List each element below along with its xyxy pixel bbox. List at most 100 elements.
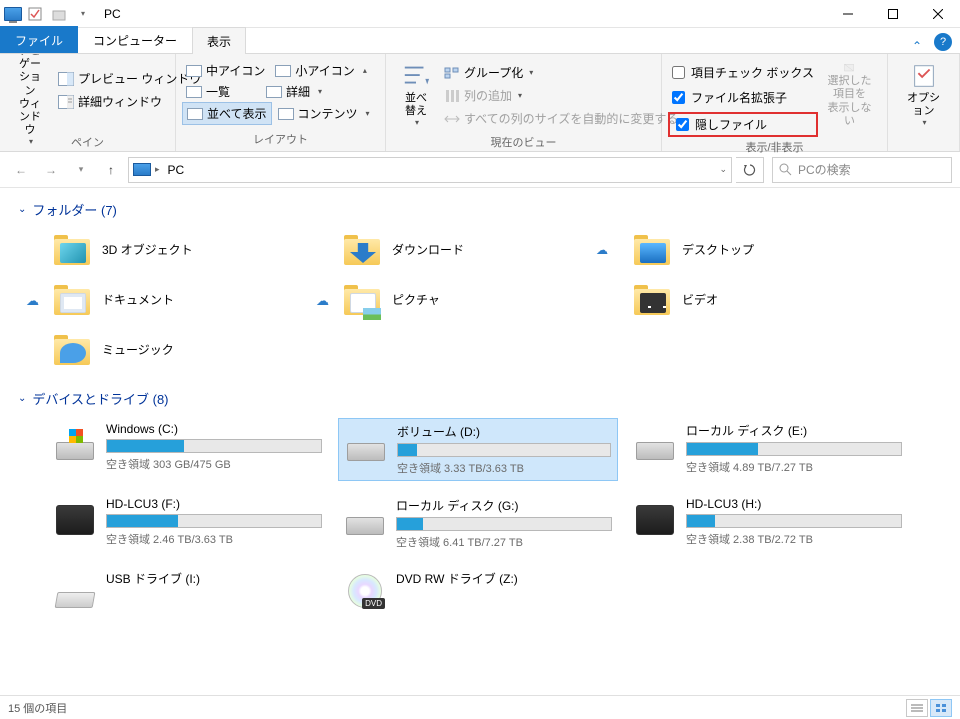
- drive-item[interactable]: USB ドライブ (I:): [48, 566, 328, 612]
- drive-item[interactable]: DVD RW ドライブ (Z:): [338, 566, 618, 612]
- folder-icon: [632, 283, 672, 317]
- drive-item[interactable]: ローカル ディスク (G:) 空き領域 6.41 TB/7.27 TB: [338, 493, 618, 554]
- drive-item[interactable]: ボリューム (D:) 空き領域 3.33 TB/3.63 TB: [338, 418, 618, 481]
- layout-small-icons[interactable]: 小アイコン: [271, 60, 358, 81]
- qat-props-icon[interactable]: [24, 3, 46, 25]
- folder-icon: [342, 283, 382, 317]
- drive-item[interactable]: Windows (C:) 空き領域 303 GB/475 GB: [48, 418, 328, 481]
- title-bar: ▾ PC: [0, 0, 960, 28]
- drive-icon: [345, 423, 387, 461]
- autosize-columns-button[interactable]: すべての列のサイズを自動的に変更する: [440, 108, 682, 129]
- back-button[interactable]: ←: [8, 157, 34, 183]
- up-button[interactable]: ↑: [98, 157, 124, 183]
- folder-icon: [632, 233, 672, 267]
- help-icon[interactable]: ?: [934, 33, 952, 51]
- section-drives-header[interactable]: ⌄ デバイスとドライブ (8): [18, 383, 950, 418]
- folder-item[interactable]: ビデオ: [628, 279, 908, 321]
- capacity-bar: [686, 514, 902, 528]
- nav-pane-button[interactable]: ナビゲーション ウィンドウ ▾: [6, 58, 54, 132]
- layout-medium-icons[interactable]: 中アイコン: [182, 60, 269, 81]
- folder-label: 3D オブジェクト: [102, 233, 193, 258]
- drive-label: HD-LCU3 (F:): [106, 497, 322, 511]
- section-folders-header[interactable]: ⌄ フォルダー (7): [18, 194, 950, 229]
- folder-item[interactable]: ダウンロード☁: [338, 229, 618, 271]
- ribbon-tabs: ファイル コンピューター 表示 ⌃ ?: [0, 28, 960, 54]
- drive-subtext: 空き領域 303 GB/475 GB: [106, 456, 322, 472]
- search-placeholder: PCの検索: [798, 161, 851, 178]
- drive-subtext: 空き領域 2.46 TB/3.63 TB: [106, 531, 322, 547]
- capacity-bar: [106, 439, 322, 453]
- maximize-button[interactable]: [870, 0, 915, 28]
- options-button[interactable]: オプション ▾: [894, 58, 953, 132]
- folder-item[interactable]: ☁ ドキュメント: [48, 279, 328, 321]
- folder-icon: [52, 283, 92, 317]
- drive-icon: [344, 497, 386, 535]
- tab-computer[interactable]: コンピューター: [78, 26, 192, 53]
- ribbon-collapse-icon[interactable]: ⌃: [906, 39, 928, 53]
- add-columns-button[interactable]: 列の追加▾: [440, 85, 682, 106]
- chevron-down-icon: ⌄: [18, 204, 26, 215]
- drive-item[interactable]: HD-LCU3 (F:) 空き領域 2.46 TB/3.63 TB: [48, 493, 328, 554]
- drive-label: ローカル ディスク (E:): [686, 422, 902, 439]
- drive-icon: [344, 570, 386, 608]
- drive-subtext: 空き領域 6.41 TB/7.27 TB: [396, 534, 612, 550]
- recent-dropdown-icon[interactable]: ▾: [68, 157, 94, 183]
- drive-icon: [634, 497, 676, 535]
- hide-selected-button[interactable]: 選択した項目を 表示しない: [818, 58, 881, 132]
- layout-tiles[interactable]: 並べて表示: [182, 102, 272, 125]
- close-button[interactable]: [915, 0, 960, 28]
- capacity-bar: [686, 442, 902, 456]
- folder-item[interactable]: デスクトップ: [628, 229, 908, 271]
- chevron-down-icon: ▾: [922, 118, 926, 128]
- layout-scroll-up-icon[interactable]: ▴: [363, 66, 367, 75]
- folder-icon: [52, 233, 92, 267]
- drive-item[interactable]: ローカル ディスク (E:) 空き領域 4.89 TB/7.27 TB: [628, 418, 908, 481]
- capacity-bar: [396, 517, 612, 531]
- address-bar[interactable]: ▸ PC ⌄: [128, 157, 732, 183]
- file-extensions-toggle[interactable]: ファイル名拡張子: [668, 87, 818, 108]
- forward-button[interactable]: →: [38, 157, 64, 183]
- folder-item[interactable]: 3D オブジェクト: [48, 229, 328, 271]
- layout-more-icon[interactable]: ▾: [366, 109, 370, 118]
- layout-scroll-down-icon[interactable]: ▾: [318, 87, 322, 96]
- drive-icon: [634, 422, 676, 460]
- layout-details[interactable]: 詳細: [262, 81, 314, 102]
- item-checkboxes-toggle[interactable]: 項目チェック ボックス: [668, 62, 818, 83]
- search-input[interactable]: PCの検索: [772, 157, 952, 183]
- qat-new-folder-icon[interactable]: [48, 3, 70, 25]
- cloud-sync-icon: ☁: [26, 293, 39, 309]
- breadcrumb-sep-icon[interactable]: ▸: [155, 164, 160, 175]
- address-dropdown-icon[interactable]: ⌄: [719, 164, 727, 175]
- drive-icon: [54, 570, 96, 608]
- view-tiles-button[interactable]: [930, 699, 952, 717]
- qat-dropdown-icon[interactable]: ▾: [72, 3, 94, 25]
- drive-label: ローカル ディスク (G:): [396, 497, 612, 514]
- content-area[interactable]: ⌄ フォルダー (7) 3D オブジェクト ダウンロード☁ デスクトップ ☁ ドキ…: [0, 188, 960, 693]
- layout-list[interactable]: 一覧: [182, 81, 234, 102]
- breadcrumb-pc[interactable]: PC: [164, 161, 189, 179]
- folder-item[interactable]: ☁ ピクチャ: [338, 279, 618, 321]
- view-details-button[interactable]: [906, 699, 928, 717]
- minimize-button[interactable]: [825, 0, 870, 28]
- drive-item[interactable]: HD-LCU3 (H:) 空き領域 2.38 TB/2.72 TB: [628, 493, 908, 554]
- drive-label: HD-LCU3 (H:): [686, 497, 902, 511]
- cloud-sync-icon: ☁: [316, 293, 329, 309]
- sort-button[interactable]: 並べ替え ▾: [392, 58, 440, 132]
- layout-content[interactable]: コンテンツ: [274, 102, 362, 125]
- hidden-files-toggle[interactable]: 隠しファイル: [672, 114, 814, 135]
- drive-label: USB ドライブ (I:): [106, 570, 322, 587]
- tab-view[interactable]: 表示: [192, 27, 246, 54]
- folder-label: ミュージック: [102, 333, 174, 358]
- drive-icon: [54, 497, 96, 535]
- search-icon: [779, 163, 792, 176]
- tab-file[interactable]: ファイル: [0, 26, 78, 53]
- drive-label: ボリューム (D:): [397, 423, 611, 440]
- capacity-bar: [106, 514, 322, 528]
- folder-item[interactable]: ミュージック: [48, 329, 328, 371]
- folder-label: ビデオ: [682, 283, 718, 308]
- drive-label: Windows (C:): [106, 422, 322, 436]
- group-label-current-view: 現在のビュー: [386, 132, 661, 154]
- folder-label: ピクチャ: [392, 283, 440, 308]
- refresh-button[interactable]: [736, 157, 764, 183]
- group-by-button[interactable]: グループ化▾: [440, 62, 682, 83]
